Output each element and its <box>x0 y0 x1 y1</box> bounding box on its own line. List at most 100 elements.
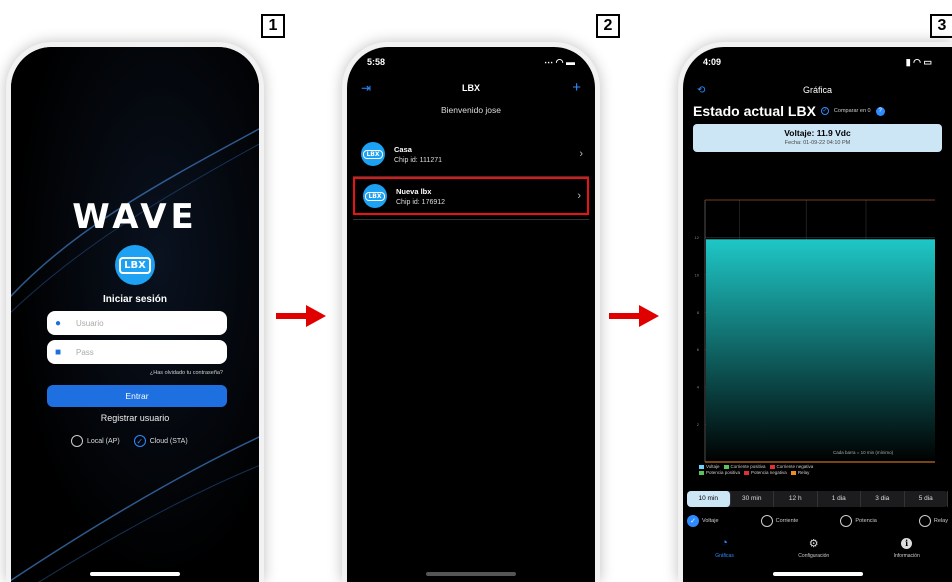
legend-swatch <box>769 464 775 469</box>
legend-swatch <box>699 470 704 475</box>
device-row[interactable]: LBX Casa Chip id: 111271 › <box>353 135 589 173</box>
mode-local-label: Local (AP) <box>87 437 120 445</box>
interval-note: Cada barra = 10 min (mínimo) <box>833 450 894 455</box>
y-tick-label: 12 <box>695 235 700 240</box>
series-option[interactable]: Corriente <box>760 515 799 527</box>
voltage-area <box>706 239 935 462</box>
range-tab[interactable]: 1 dia <box>818 491 861 507</box>
legend-label: Voltaje <box>706 464 720 469</box>
mode-local-radio[interactable]: Local (AP) <box>71 435 120 447</box>
range-tab[interactable]: 12 h <box>774 491 818 507</box>
series-option[interactable]: Potencia <box>840 515 877 527</box>
login-title: Iniciar sesión <box>103 294 167 305</box>
checkmark-icon: ✓ <box>133 435 146 447</box>
series-option-label: Relay <box>933 518 948 524</box>
y-tick-label: 6 <box>697 347 700 352</box>
wifi-battery-icon: ⋯ ◠ ▬ <box>544 57 575 67</box>
legend-item: Corriente negativa <box>769 464 814 469</box>
connection-mode: Local (AP) ✓ Cloud (STA) <box>71 435 188 447</box>
tab-label: Información <box>893 553 920 559</box>
legend-item: Relay <box>790 470 810 475</box>
radio-circle <box>760 515 773 527</box>
nav-title: LBX <box>462 83 480 93</box>
device-chip-id: Chip id: 176912 <box>396 198 446 206</box>
legend-label: Corriente negativa <box>776 464 814 469</box>
range-tabs: 10 min 30 min 12 h1 dia 3 dia 5 dia <box>687 491 948 507</box>
tab-label: Configuración <box>798 553 830 559</box>
home-indicator <box>90 572 180 576</box>
login-button[interactable]: Entrar <box>47 385 227 407</box>
chart-screen: 4:09 ▮ ◠ ▭ ⟲ Gráfica Estado actual LBX ✓… <box>678 42 952 582</box>
lbx-device-text: LBX <box>365 191 385 201</box>
lock-icon: ■ <box>55 346 62 358</box>
lbx-device-text: LBX <box>363 149 383 159</box>
home-indicator <box>426 572 516 576</box>
checkmark-icon: ✓ <box>687 515 699 527</box>
range-tab[interactable]: 5 dia <box>905 491 948 507</box>
y-tick-label: 2 <box>697 422 700 427</box>
tab-informacion[interactable]: i Información <box>894 537 920 559</box>
legend-label: Potencia negativa <box>751 470 787 475</box>
welcome-text: Bienvenido jose <box>440 105 501 115</box>
chart-legend: Voltaje Corriente positiva Corriente negat… <box>699 464 817 476</box>
series-option-label: Voltaje <box>702 518 719 524</box>
password-field[interactable]: ■ <box>47 340 227 364</box>
legend-swatch <box>723 464 729 469</box>
legend-item: Potencia positiva <box>699 470 740 475</box>
arrow-right-icon <box>276 305 326 327</box>
device-chip-id: Chip id: 111271 <box>394 156 442 164</box>
nav-bar: ⇥ LBX + <box>347 79 595 99</box>
tab-label: Gráficas <box>715 553 734 559</box>
step-1-badge: 1 <box>261 14 285 38</box>
step-2-badge: 2 <box>596 14 620 38</box>
lbx-device-icon: LBX <box>361 142 385 166</box>
lbx-logo-icon: LBX <box>115 245 155 285</box>
login-screen: WAVE LBX Iniciar sesión ● ■ ¿Has olvidad… <box>6 42 264 582</box>
series-options: ✓ Voltaje Corriente Potencia Relay <box>687 515 948 527</box>
divider <box>353 219 589 220</box>
series-option[interactable]: Relay <box>918 515 948 527</box>
y-tick-label: 8 <box>697 310 700 315</box>
status-time: 5:58 <box>367 57 386 67</box>
tab-configuracion[interactable]: ⚙ Configuración <box>798 537 829 559</box>
password-input[interactable] <box>76 347 216 357</box>
arrow-right-icon <box>609 305 659 327</box>
device-row-selected[interactable]: LBX Nueva lbx Chip id: 176912 › <box>353 177 589 215</box>
mode-cloud-radio[interactable]: ✓ Cloud (STA) <box>133 435 188 447</box>
tab-graficas[interactable]: ◔ Gráficas <box>715 537 734 559</box>
pie-chart-icon: ◔ <box>721 537 728 549</box>
legend-item: Corriente positiva <box>723 464 766 469</box>
tab-bar: ◔ Gráficas ⚙ Configuración i Información <box>683 537 952 559</box>
add-icon[interactable]: + <box>572 79 581 96</box>
step-3-badge: 3 <box>930 14 952 38</box>
range-tab[interactable]: 3 dia <box>861 491 905 507</box>
series-option-label: Potencia <box>855 518 877 524</box>
gear-icon: ⚙ <box>808 538 819 550</box>
username-field[interactable]: ● <box>47 311 227 335</box>
legend-item: Voltaje <box>699 464 720 469</box>
legend-swatch <box>744 470 750 475</box>
series-option[interactable]: ✓ Voltaje <box>687 515 719 527</box>
legend-swatch <box>790 470 796 475</box>
legend-label: Corriente positiva <box>730 464 766 469</box>
radio-circle <box>840 515 853 527</box>
chevron-right-icon: › <box>579 148 583 160</box>
series-option-label: Corriente <box>775 518 799 524</box>
radio-circle <box>71 435 83 447</box>
username-input[interactable] <box>76 318 216 328</box>
legend-label: Relay <box>797 470 810 475</box>
radio-circle <box>918 515 931 527</box>
y-tick-label: 4 <box>697 385 700 390</box>
lbx-device-icon: LBX <box>363 184 387 208</box>
user-icon: ● <box>55 317 62 329</box>
legend-label: Potencia positiva <box>706 470 741 475</box>
home-indicator <box>772 572 863 576</box>
register-link[interactable]: Registrar usuario <box>11 413 259 423</box>
device-name: Casa <box>394 144 412 154</box>
chevron-right-icon: › <box>577 190 581 202</box>
range-tab[interactable]: 30 min <box>731 491 774 507</box>
forgot-password-link[interactable]: ¿Has olvidado tu contraseña? <box>150 370 223 376</box>
y-tick-label: 10 <box>695 272 700 277</box>
range-tab[interactable]: 10 min <box>687 491 731 507</box>
status-bar: 5:58 ⋯ ◠ ▬ <box>367 57 575 68</box>
